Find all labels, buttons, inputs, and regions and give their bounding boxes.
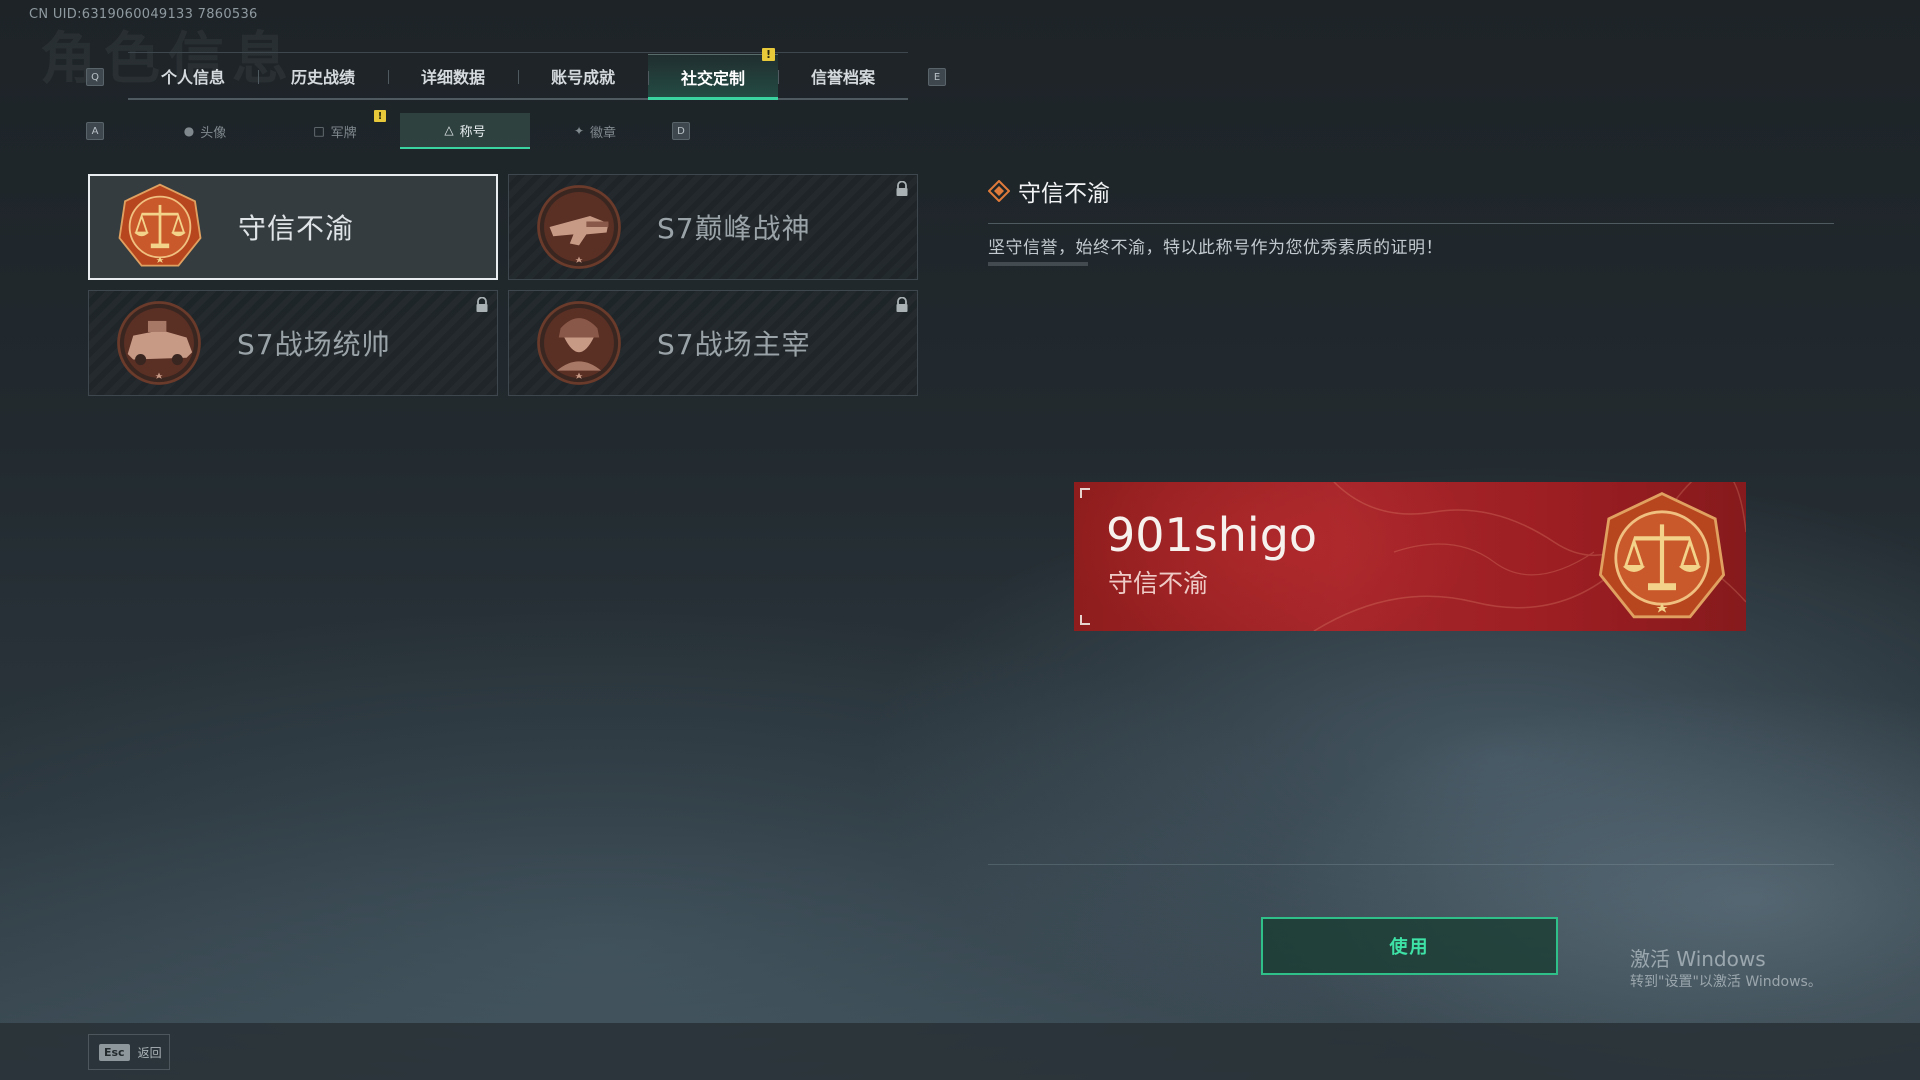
- subtab-label: 军牌: [330, 125, 357, 141]
- vehicle-emblem-icon: [117, 301, 201, 385]
- activate-windows-hint: 转到"设置"以激活 Windows。: [1630, 974, 1822, 990]
- scales-emblem-icon: [118, 183, 202, 267]
- title-card-label: S7巅峰战神: [657, 212, 811, 245]
- tab-personal-info[interactable]: 个人信息: [128, 54, 258, 98]
- scales-emblem-icon: [1598, 492, 1726, 619]
- subtab-badge[interactable]: ✦ 徽章: [530, 113, 660, 149]
- next-subtab-key[interactable]: D: [672, 122, 690, 140]
- subtab-avatar[interactable]: ● 头像: [140, 113, 270, 149]
- title-card-label: S7战场统帅: [237, 328, 391, 361]
- title-card-s7-dominator[interactable]: S7战场主宰: [508, 290, 918, 396]
- subtab-title[interactable]: △ 称号: [400, 113, 530, 149]
- lock-icon: [896, 181, 908, 196]
- notice-badge: !: [762, 48, 775, 61]
- divider: [988, 223, 1834, 224]
- back-button[interactable]: Esc 返回: [88, 1034, 170, 1070]
- back-label: 返回: [137, 1045, 162, 1060]
- title-card-s7-peak[interactable]: S7巅峰战神: [508, 174, 918, 280]
- main-tab-bar: 个人信息 历史战绩 详细数据 账号成就 社交定制 信誉档案: [128, 54, 908, 100]
- banner-player-name: 901shigo: [1106, 508, 1318, 562]
- diamond-icon: [988, 180, 1010, 202]
- divider: [988, 262, 1088, 266]
- title-card-s7-commander[interactable]: S7战场统帅: [88, 290, 498, 396]
- next-tab-key[interactable]: E: [928, 68, 946, 86]
- badge-icon: ✦: [573, 124, 585, 138]
- dogtag-icon: □: [313, 124, 325, 138]
- tab-credit-record[interactable]: 信誉档案: [778, 54, 908, 98]
- bottom-bar: [0, 1023, 1920, 1080]
- sub-tab-bar: ● 头像 □ 军牌 △ 称号 ✦ 徽章: [140, 113, 660, 149]
- notice-badge: !: [374, 110, 386, 122]
- lock-icon: [896, 297, 908, 312]
- use-button[interactable]: 使用: [1261, 917, 1558, 975]
- prev-subtab-key[interactable]: A: [86, 122, 104, 140]
- tab-detailed-stats[interactable]: 详细数据: [388, 54, 518, 98]
- title-icon: △: [444, 123, 454, 137]
- subtab-label: 头像: [200, 125, 227, 141]
- person-icon: ●: [183, 124, 195, 138]
- soldier-emblem-icon: [537, 301, 621, 385]
- esc-key: Esc: [99, 1043, 130, 1061]
- gun-emblem-icon: [537, 185, 621, 269]
- tab-achievements[interactable]: 账号成就: [518, 54, 648, 98]
- title-card-shouxin[interactable]: 守信不渝: [88, 174, 498, 280]
- detail-header: 守信不渝: [988, 174, 1110, 208]
- divider: [988, 864, 1834, 865]
- detail-title: 守信不渝: [1018, 181, 1110, 207]
- title-card-label: 守信不渝: [238, 212, 355, 245]
- prev-tab-key[interactable]: Q: [86, 68, 104, 86]
- banner-title-text: 守信不渝: [1108, 569, 1209, 598]
- subtab-label: 徽章: [590, 125, 617, 141]
- tab-social-custom[interactable]: 社交定制: [648, 54, 778, 100]
- detail-description: 坚守信誉，始终不渝，特以此称号作为您优秀素质的证明！: [988, 238, 1443, 258]
- subtab-label: 称号: [459, 124, 486, 140]
- activate-windows-title: 激活 Windows: [1630, 947, 1766, 971]
- title-preview-banner: 901shigo 守信不渝: [1074, 482, 1746, 631]
- tab-match-history[interactable]: 历史战绩: [258, 54, 388, 98]
- lock-icon: [476, 297, 488, 312]
- title-card-label: S7战场主宰: [657, 328, 811, 361]
